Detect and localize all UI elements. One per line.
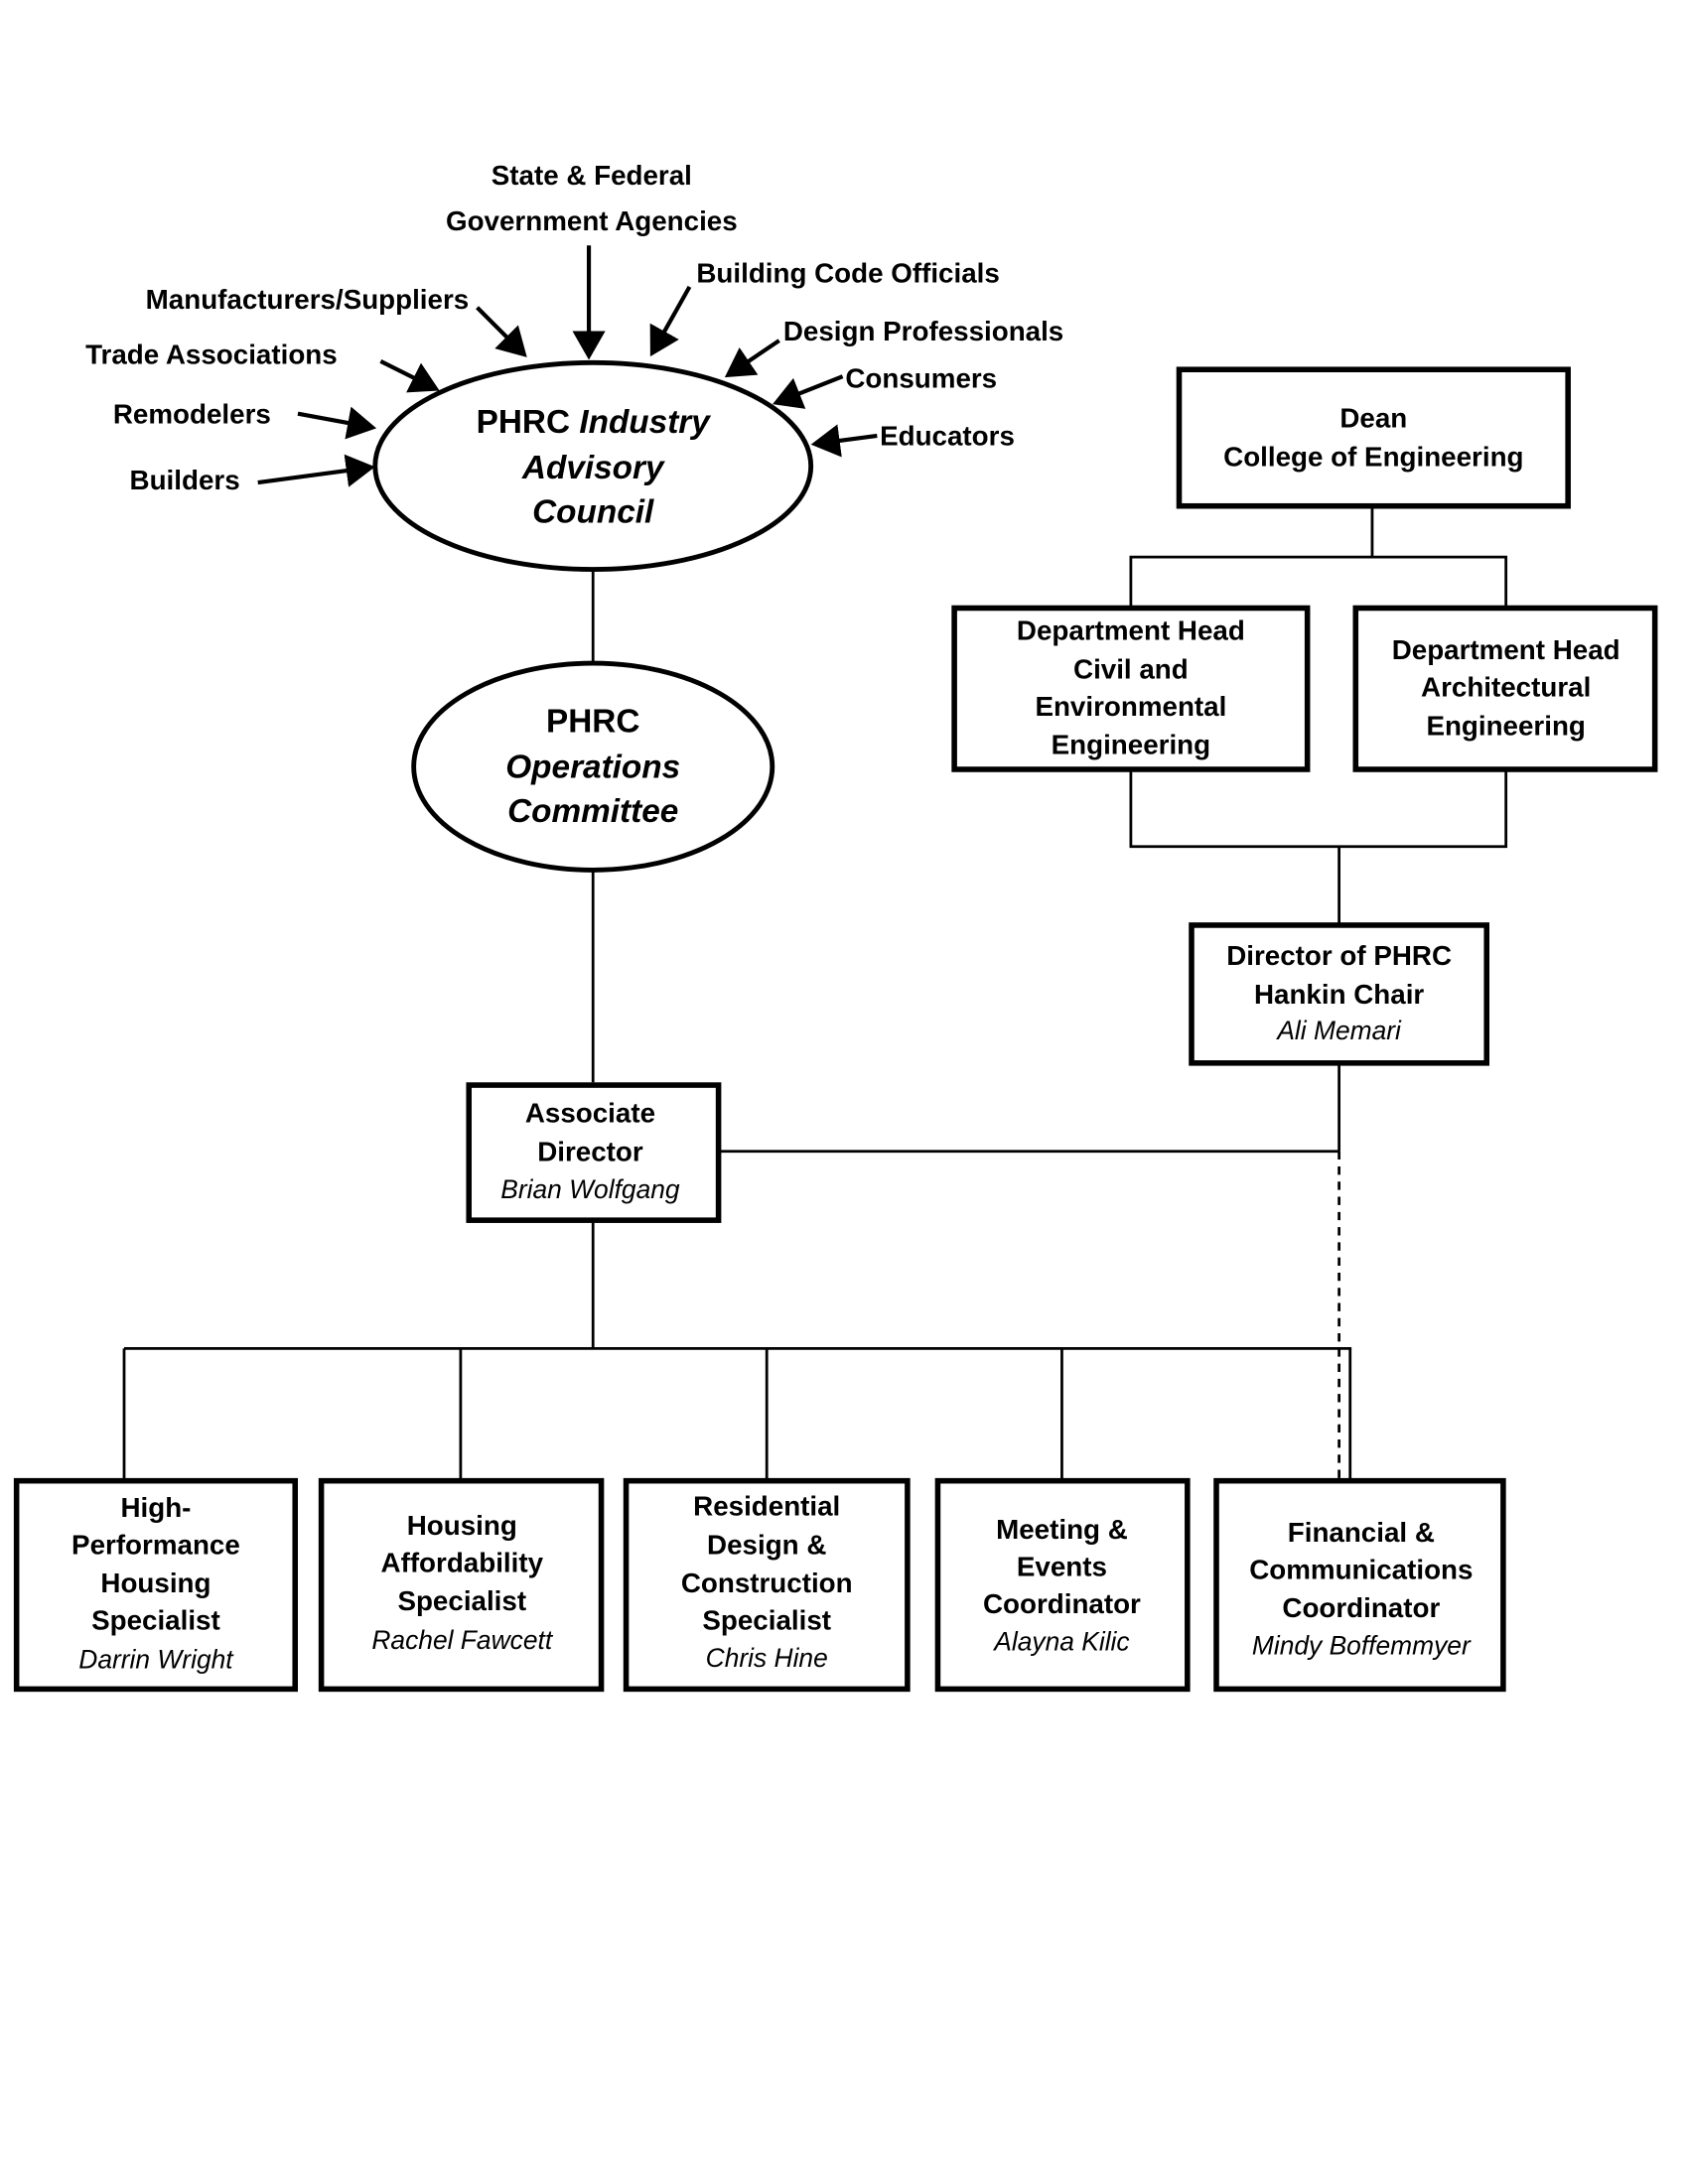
dept-head-civil-box: Department Head Civil and Environmental … xyxy=(951,605,1311,772)
dean-box: Dean College of Engineering xyxy=(1176,366,1571,509)
arrow-trade xyxy=(379,359,440,393)
svg-text:College of Engineering: College of Engineering xyxy=(1223,441,1523,472)
svg-text:Director of PHRC: Director of PHRC xyxy=(1226,940,1452,971)
svg-text:Council: Council xyxy=(532,493,654,530)
svg-text:Civil and: Civil and xyxy=(1073,653,1189,684)
stakeholder-state-federal-1: State & Federal xyxy=(492,160,692,191)
svg-text:Construction: Construction xyxy=(681,1568,853,1598)
svg-text:High-: High- xyxy=(120,1492,191,1523)
svg-text:Associate: Associate xyxy=(525,1098,655,1129)
arrow-building-code xyxy=(649,285,692,357)
svg-text:Performance: Performance xyxy=(71,1529,240,1560)
operations-committee: PHRC Operations Committee xyxy=(411,660,775,873)
stakeholder-builders: Builders xyxy=(130,465,240,495)
stakeholder-manufacturers: Manufacturers/Suppliers xyxy=(146,284,470,315)
arrow-remodelers xyxy=(297,406,377,440)
stakeholder-educators: Educators xyxy=(880,421,1015,452)
stakeholder-building-code: Building Code Officials xyxy=(696,258,999,289)
svg-text:Brian Wolfgang: Brian Wolfgang xyxy=(500,1174,680,1204)
svg-text:Architectural: Architectural xyxy=(1421,671,1591,702)
svg-text:Ali Memari: Ali Memari xyxy=(1275,1016,1402,1045)
industry-advisory-council: PHRC Industry Advisory Council xyxy=(372,359,814,573)
svg-text:Housing: Housing xyxy=(100,1568,211,1598)
svg-text:PHRC: PHRC xyxy=(546,704,639,741)
arrow-consumers xyxy=(773,374,844,409)
svg-text:Department Head: Department Head xyxy=(1017,614,1245,645)
staff-box-financial-communications: Financial & Communications Coordinator M… xyxy=(1213,1477,1506,1693)
stakeholder-consumers: Consumers xyxy=(845,362,997,393)
svg-text:Department Head: Department Head xyxy=(1392,634,1620,665)
svg-text:Operations: Operations xyxy=(505,749,680,785)
svg-text:Financial &: Financial & xyxy=(1288,1517,1435,1548)
svg-text:Director: Director xyxy=(537,1136,643,1166)
svg-text:Hankin Chair: Hankin Chair xyxy=(1254,979,1424,1010)
svg-text:Dean: Dean xyxy=(1339,403,1407,434)
svg-text:Darrin Wright: Darrin Wright xyxy=(78,1645,234,1675)
stakeholder-design: Design Professionals xyxy=(783,316,1063,346)
svg-text:Specialist: Specialist xyxy=(397,1585,526,1616)
svg-text:Housing: Housing xyxy=(407,1510,517,1541)
staff-box-housing-affordability: Housing Affordability Specialist Rachel … xyxy=(318,1477,605,1693)
svg-text:Engineering: Engineering xyxy=(1052,730,1210,760)
svg-text:Environmental: Environmental xyxy=(1035,691,1226,722)
staff-box-meeting-events: Meeting & Events Coordinator Alayna Kili… xyxy=(934,1477,1191,1693)
svg-text:Rachel Fawcett: Rachel Fawcett xyxy=(371,1625,553,1655)
svg-text:Chris Hine: Chris Hine xyxy=(706,1643,828,1673)
arrow-educators xyxy=(810,424,878,458)
dept-head-arch-box: Department Head Architectural Engineerin… xyxy=(1352,605,1658,772)
arrow-design xyxy=(724,339,780,378)
svg-text:Engineering: Engineering xyxy=(1426,710,1585,741)
org-chart: State & Federal Government Agencies Buil… xyxy=(13,160,1658,1693)
svg-text:Design &: Design & xyxy=(707,1529,826,1560)
svg-text:PHRC Industry: PHRC Industry xyxy=(477,404,712,441)
svg-text:Mindy Boffemmyer: Mindy Boffemmyer xyxy=(1252,1631,1472,1661)
svg-text:Coordinator: Coordinator xyxy=(1282,1592,1440,1623)
stakeholder-trade: Trade Associations xyxy=(85,340,338,370)
svg-text:Communications: Communications xyxy=(1249,1554,1473,1584)
svg-text:Specialist: Specialist xyxy=(91,1605,220,1636)
director-box: Director of PHRC Hankin Chair Ali Memari xyxy=(1189,922,1489,1066)
svg-text:Meeting &: Meeting & xyxy=(996,1514,1128,1545)
svg-text:Events: Events xyxy=(1017,1552,1107,1582)
svg-text:Alayna Kilic: Alayna Kilic xyxy=(992,1627,1129,1657)
svg-text:Affordability: Affordability xyxy=(381,1547,544,1577)
svg-text:Advisory: Advisory xyxy=(521,450,665,486)
stakeholder-state-federal-2: Government Agencies xyxy=(446,205,738,236)
staff-box-high-performance: High- Performance Housing Specialist Dar… xyxy=(13,1477,298,1693)
arrow-manufacturers xyxy=(476,306,527,357)
svg-text:Coordinator: Coordinator xyxy=(983,1588,1141,1619)
arrow-builders xyxy=(257,454,375,487)
associate-director-box: Associate Director Brian Wolfgang xyxy=(466,1082,722,1223)
staff-box-residential-design: Residential Design & Construction Specia… xyxy=(623,1477,911,1693)
svg-text:Specialist: Specialist xyxy=(702,1605,831,1636)
svg-text:Committee: Committee xyxy=(507,793,678,830)
svg-text:Residential: Residential xyxy=(693,1490,840,1521)
stakeholder-remodelers: Remodelers xyxy=(113,398,271,429)
